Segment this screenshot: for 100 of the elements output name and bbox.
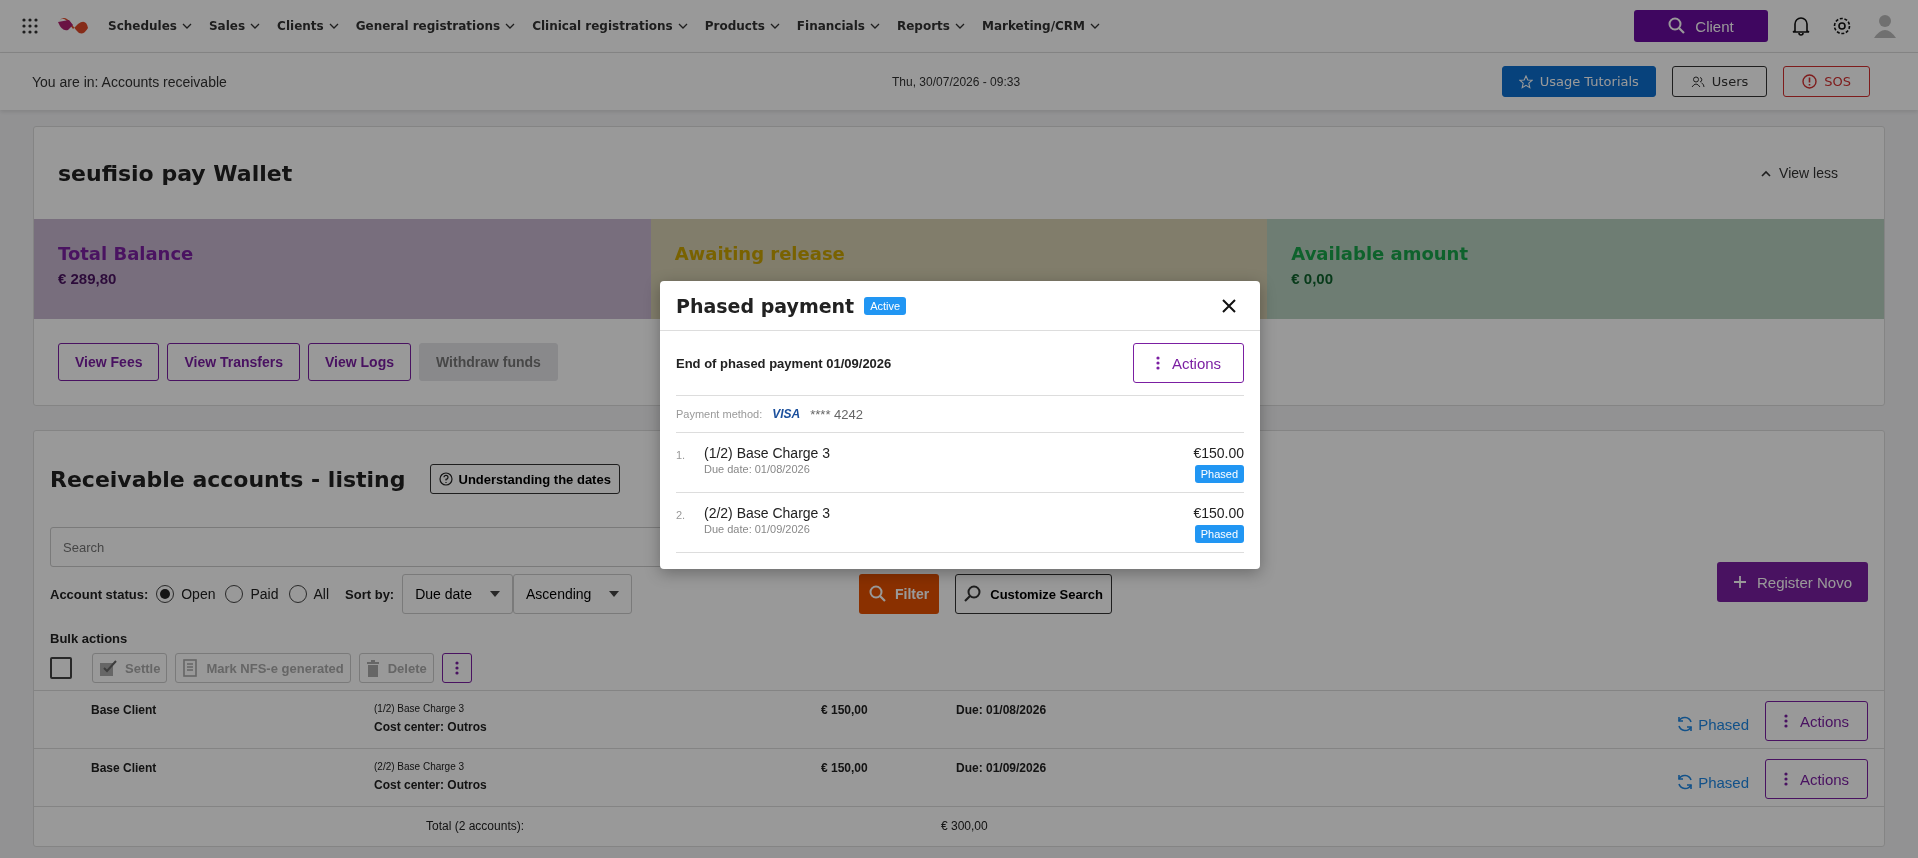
due-date: Due: 01/09/2026: [956, 761, 1047, 775]
installment-number: 2.: [676, 508, 687, 523]
listing-title: Receivable accounts - listing: [50, 466, 406, 492]
kebab-icon: [1783, 714, 1788, 728]
sort-select[interactable]: Due date: [402, 574, 514, 614]
status-radio[interactable]: All: [288, 585, 330, 603]
row-actions-button[interactable]: Actions: [1765, 701, 1868, 741]
installment-name: (1/2) Base Charge 3: [704, 445, 831, 461]
dialog-actions-button[interactable]: Actions: [1133, 343, 1244, 383]
installment-status-badge: Phased: [1194, 525, 1244, 543]
installment-amount: €150.00: [1193, 445, 1244, 461]
select-all-checkbox[interactable]: [50, 657, 72, 679]
nav-menu-item[interactable]: General registrations: [355, 19, 516, 33]
client-search-button[interactable]: Client: [1634, 10, 1768, 42]
document-icon: [182, 659, 199, 677]
kebab-icon: [454, 661, 459, 675]
charge-description: (2/2) Base Charge 3: [374, 761, 466, 772]
nav-menu-item[interactable]: Clinical registrations: [532, 19, 688, 33]
total-label: Total (2 accounts):: [426, 819, 526, 835]
chevron-down-icon: [505, 23, 516, 29]
close-icon[interactable]: [1222, 298, 1236, 313]
wallet-button[interactable]: View Logs: [308, 343, 411, 381]
installment-due-date: Due date: 01/08/2026: [704, 463, 811, 475]
star-icon: [1518, 74, 1533, 89]
trash-icon: [365, 659, 380, 677]
breadcrumb: You are in: Accounts receivable: [32, 73, 228, 90]
chevron-down-icon: [954, 23, 965, 29]
filter-button[interactable]: Filter: [859, 574, 940, 614]
logo-icon[interactable]: [56, 16, 90, 36]
nav-menu-item[interactable]: Clients: [277, 19, 339, 33]
installment-name: (2/2) Base Charge 3: [704, 505, 831, 521]
card-number: **** 4242: [810, 406, 863, 422]
header-button[interactable]: SOS: [1783, 66, 1870, 97]
header-button[interactable]: Usage Tutorials: [1501, 66, 1656, 97]
charge-description: (1/2) Base Charge 3: [374, 703, 466, 714]
balance-label: Awaiting release: [674, 243, 845, 264]
balance-amount: € 289,80: [58, 270, 118, 287]
users-icon: [1690, 74, 1705, 89]
caret-up-icon: [1761, 169, 1772, 177]
nav-menu-item[interactable]: Schedules: [108, 19, 192, 33]
balance-amount: € 0,00: [1291, 270, 1335, 287]
nav-menu-item[interactable]: Reports: [896, 19, 965, 33]
client-name: Base Client: [91, 703, 158, 717]
nav-menu-item[interactable]: Financials: [796, 19, 880, 33]
status-radio[interactable]: Open: [156, 585, 216, 603]
row-actions-button[interactable]: Actions: [1765, 759, 1868, 799]
card-brand: VISA: [772, 407, 801, 421]
alert-icon: [1802, 74, 1818, 89]
sync-icon: [1676, 773, 1695, 791]
header-button[interactable]: Users: [1671, 66, 1768, 97]
view-less-button[interactable]: View less: [1755, 164, 1844, 182]
amount: € 150,00: [821, 703, 869, 717]
more-options-button[interactable]: [441, 653, 472, 683]
register-button[interactable]: Register Novo: [1716, 562, 1868, 602]
chevron-down-icon: [677, 23, 688, 29]
nav-menu-item[interactable]: Marketing/CRM: [981, 19, 1101, 33]
end-date-text: End of phased payment 01/09/2026: [676, 355, 892, 371]
understanding-dates-button[interactable]: Understanding the dates: [429, 464, 620, 494]
sort-select[interactable]: Ascending: [513, 574, 633, 614]
account-status-label: Account status:: [50, 586, 149, 602]
apps-grid-icon[interactable]: [22, 18, 38, 34]
installment-amount: €150.00: [1193, 505, 1244, 521]
nav-menu-item[interactable]: Sales: [208, 19, 261, 33]
payment-method-label: Payment method:: [676, 408, 763, 420]
status-badge: Active: [864, 296, 907, 315]
nav-menu-item[interactable]: Products: [704, 19, 780, 33]
kebab-icon: [1155, 356, 1160, 370]
chevron-down-icon: [250, 23, 261, 29]
wallet-title: seufisio pay Wallet: [58, 160, 293, 186]
wallet-button[interactable]: View Transfers: [167, 343, 301, 381]
chevron-down-icon: [869, 23, 880, 29]
installment-status-badge: Phased: [1194, 465, 1244, 483]
balance-label: Total Balance: [58, 243, 194, 264]
date-time: Thu, 30/07/2026 - 09:33: [892, 74, 1021, 89]
chevron-down-icon: [769, 23, 780, 29]
customize-search-button[interactable]: Customize Search: [955, 574, 1112, 614]
sync-icon: [1676, 715, 1695, 733]
client-name: Base Client: [91, 761, 158, 775]
status-radio[interactable]: Paid: [225, 585, 279, 603]
kebab-icon: [1783, 772, 1788, 786]
chevron-down-icon: [1090, 23, 1101, 29]
check-icon: [99, 659, 117, 677]
balance-label: Available amount: [1291, 243, 1469, 264]
chevron-down-icon: [181, 23, 192, 29]
total-amount: € 300,00: [941, 819, 988, 835]
installment-number: 1.: [676, 448, 687, 463]
settings-icon[interactable]: [1832, 16, 1852, 36]
search-icon: [964, 585, 983, 603]
plus-icon: [1732, 575, 1747, 589]
notification-bell-icon[interactable]: [1792, 16, 1810, 36]
cost-center: Cost center: Outros: [374, 720, 488, 734]
cost-center: Cost center: Outros: [374, 778, 488, 792]
sort-by-label: Sort by:: [345, 586, 395, 602]
chevron-down-icon: [328, 23, 339, 29]
amount: € 150,00: [821, 761, 869, 775]
wallet-button[interactable]: View Fees: [58, 343, 160, 381]
bulk-actions-label: Bulk actions: [50, 631, 129, 646]
caret-down-icon: [609, 591, 620, 597]
dialog-title: Phased payment: [676, 294, 855, 317]
search-icon: [1668, 17, 1687, 35]
